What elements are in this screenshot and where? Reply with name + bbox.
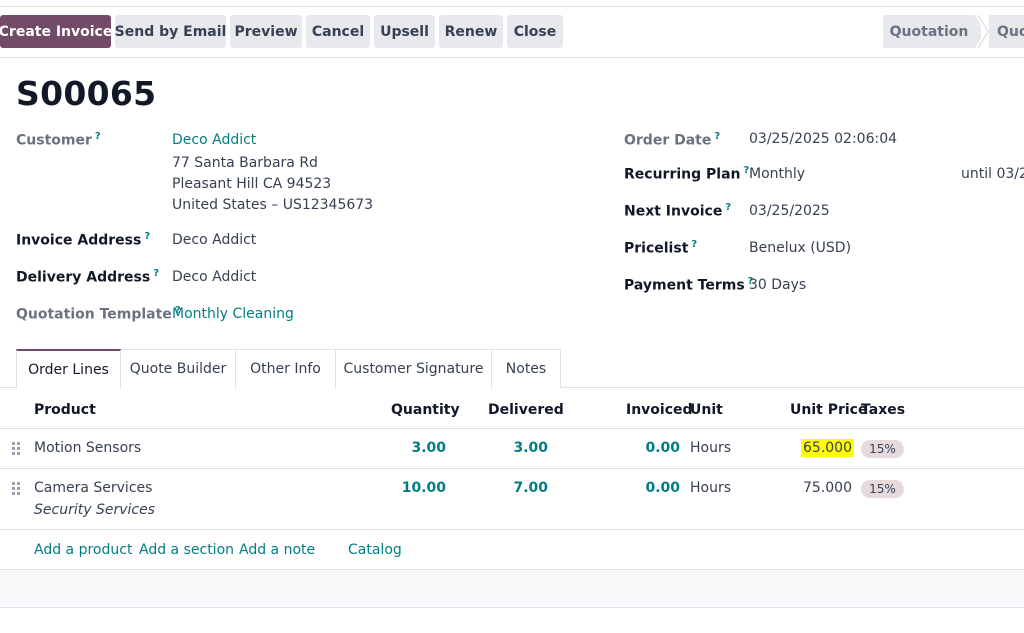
order-date-value: 03/25/2025 02:06:04: [749, 131, 898, 147]
tab-order-lines[interactable]: Order Lines: [16, 349, 121, 389]
col-header-invoiced[interactable]: Invoiced: [626, 402, 693, 418]
pricelist-value[interactable]: Benelux (USD): [749, 240, 851, 256]
help-icon[interactable]: ?: [153, 268, 159, 279]
tab-notes[interactable]: Notes: [491, 349, 561, 388]
drag-handle-icon[interactable]: [11, 441, 21, 455]
send-by-email-button[interactable]: Send by Email: [115, 15, 226, 48]
order-date-label: Order Date?: [624, 131, 721, 149]
col-header-unit[interactable]: Unit: [690, 402, 723, 418]
unit-price-highlight: 65.000: [801, 439, 854, 457]
control-bar: Create Invoice Send by Email Preview Can…: [0, 15, 1024, 48]
next-invoice-value[interactable]: 03/25/2025: [749, 203, 830, 219]
row2-unit[interactable]: Hours: [690, 480, 731, 496]
invoice-address-value[interactable]: Deco Addict: [172, 232, 256, 248]
cancel-button[interactable]: Cancel: [306, 15, 370, 48]
delivery-address-label: Delivery Address?: [16, 268, 159, 286]
quotation-template-label: Quotation Template?: [16, 305, 181, 323]
row1-product[interactable]: Motion Sensors: [34, 440, 141, 456]
add-product-link[interactable]: Add a product: [34, 542, 132, 558]
row2-delivered[interactable]: 7.00: [513, 480, 548, 496]
row-divider: [0, 468, 1024, 469]
record-name: S00065: [16, 74, 157, 113]
preview-button[interactable]: Preview: [230, 15, 302, 48]
row-divider: [0, 529, 1024, 530]
renew-button[interactable]: Renew: [439, 15, 503, 48]
stage-next[interactable]: Quo: [989, 15, 1024, 48]
customer-address-line3: United States – US12345673: [172, 197, 374, 213]
customer-label: Customer?: [16, 131, 101, 149]
recurring-plan-label: Recurring Plan?: [624, 165, 750, 183]
row2-quantity[interactable]: 10.00: [402, 480, 446, 496]
customer-address-line1: 77 Santa Barbara Rd: [172, 155, 318, 171]
help-icon[interactable]: ?: [725, 202, 731, 213]
row1-unit-price[interactable]: 65.000: [801, 439, 854, 457]
create-invoice-button[interactable]: Create Invoice: [0, 15, 112, 48]
help-icon[interactable]: ?: [691, 239, 697, 250]
row2-invoiced[interactable]: 0.00: [645, 480, 680, 496]
row2-unit-price[interactable]: 75.000: [803, 480, 852, 496]
top-border: [0, 6, 1024, 7]
row1-tax-badge[interactable]: 15%: [861, 440, 904, 458]
row2-description: Security Services: [34, 502, 155, 518]
row1-invoiced[interactable]: 0.00: [645, 440, 680, 456]
col-header-taxes[interactable]: Taxes: [861, 402, 905, 418]
help-icon[interactable]: ?: [144, 231, 150, 242]
col-header-unit-price[interactable]: Unit Price: [790, 402, 867, 418]
row1-unit[interactable]: Hours: [690, 440, 731, 456]
help-icon[interactable]: ?: [714, 131, 720, 142]
row2-tax-badge[interactable]: 15%: [861, 480, 904, 498]
row1-delivered[interactable]: 3.00: [513, 440, 548, 456]
tab-quote-builder[interactable]: Quote Builder: [120, 349, 236, 388]
col-header-delivered[interactable]: Delivered: [488, 402, 564, 418]
tab-other-info[interactable]: Other Info: [235, 349, 336, 388]
help-icon[interactable]: ?: [95, 131, 101, 142]
catalog-link[interactable]: Catalog: [348, 542, 402, 558]
quotation-template-link[interactable]: Monthly Cleaning: [172, 306, 294, 322]
close-button[interactable]: Close: [507, 15, 563, 48]
control-divider: [0, 57, 1024, 58]
terms-area[interactable]: [0, 569, 1024, 608]
recurring-plan-value[interactable]: Monthly: [749, 166, 805, 182]
delivery-address-value[interactable]: Deco Addict: [172, 269, 256, 285]
add-note-link[interactable]: Add a note: [239, 542, 315, 558]
col-header-quantity[interactable]: Quantity: [391, 402, 460, 418]
stage-quotation[interactable]: Quotation: [883, 15, 981, 48]
add-section-link[interactable]: Add a section: [139, 542, 234, 558]
upsell-button[interactable]: Upsell: [374, 15, 435, 48]
status-bar: Quotation Quo: [883, 15, 1024, 48]
pricelist-label: Pricelist?: [624, 239, 698, 257]
payment-terms-value[interactable]: 30 Days: [749, 277, 806, 293]
next-invoice-label: Next Invoice?: [624, 202, 732, 220]
payment-terms-label: Payment Terms?: [624, 276, 754, 294]
customer-name-link[interactable]: Deco Addict: [172, 132, 256, 148]
row2-product[interactable]: Camera Services: [34, 480, 152, 496]
drag-handle-icon[interactable]: [11, 481, 21, 495]
recurring-until: until 03/24: [961, 166, 1024, 182]
col-header-product[interactable]: Product: [34, 402, 96, 418]
invoice-address-label: Invoice Address?: [16, 231, 151, 249]
customer-address-line2: Pleasant Hill CA 94523: [172, 176, 332, 192]
header-divider: [0, 428, 1024, 429]
row1-quantity[interactable]: 3.00: [411, 440, 446, 456]
tab-customer-signature[interactable]: Customer Signature: [335, 349, 492, 388]
